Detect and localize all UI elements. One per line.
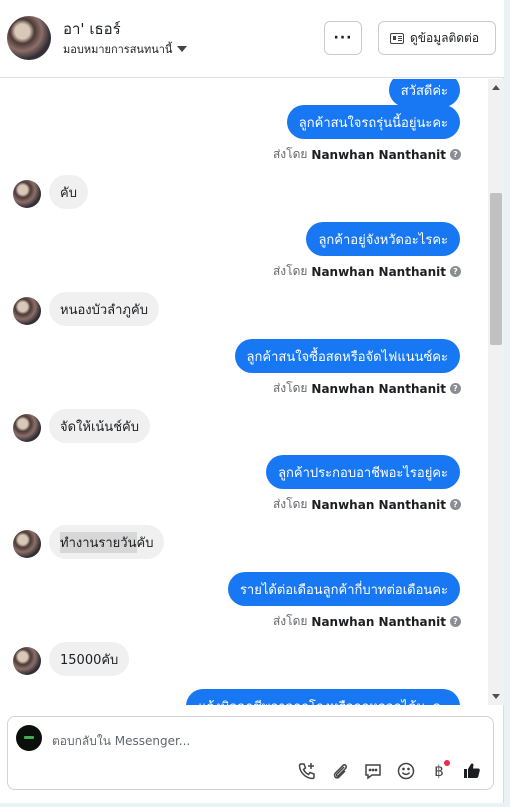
sender-name: Nanwhan Nanthanit [311, 147, 446, 162]
contact-avatar [13, 530, 41, 558]
contact-card-icon [390, 32, 404, 44]
outgoing-message: รายได้ต่อเดือนลูกค้ากี่บาทต่อเดือนคะ [227, 572, 460, 606]
contact-avatar [13, 180, 41, 208]
outgoing-message: ลูกค้าประกอบอาชีพอะไรอยู่คะ [266, 455, 460, 489]
contact-name[interactable]: อา' เธอร์ [63, 17, 121, 41]
contact-avatar[interactable] [7, 16, 51, 60]
outgoing-message: ลูกค้าสนใจซื้อสดหรือจัดไฟแนนซ์คะ [234, 339, 460, 373]
view-contact-button[interactable]: ดูข้อมูลติดต่อ [378, 21, 496, 55]
composer-toolbar: ฿ [296, 760, 483, 782]
incoming-message: หนองบัวลำภูคับ [49, 292, 159, 326]
conversation-header: อา' เธอร์ มอบหมายการสนทนานี้ ··· ดูข้อมู… [0, 0, 504, 78]
contact-avatar [13, 297, 41, 325]
baht-icon[interactable]: ฿ [428, 760, 450, 782]
assign-conversation-dropdown[interactable]: มอบหมายการสนทนานี้ [63, 40, 188, 58]
incoming-message: 15000คับ [49, 642, 130, 676]
outgoing-message: ลูกค้าสนใจรถรุ่นนี้อยู่นะคะ [286, 105, 460, 139]
message-thread[interactable]: สวัสดีค่ะ ลูกค้าสนใจรถรุ่นนี้อยู่นะคะ ส่… [0, 79, 488, 705]
scroll-thumb[interactable] [490, 193, 502, 345]
sent-by-label: ส่งโดย Nanwhan Nanthanit ? [273, 262, 461, 281]
sender-name: Nanwhan Nanthanit [311, 614, 446, 629]
sender-name: Nanwhan Nanthanit [311, 264, 446, 279]
incoming-message: จัดให้เน้นช์คับ [49, 409, 150, 443]
sent-by-label: ส่งโดย Nanwhan Nanthanit ? [273, 612, 461, 631]
view-contact-label: ดูข้อมูลติดต่อ [410, 30, 480, 45]
phone-plus-icon[interactable] [296, 760, 318, 782]
sender-name: Nanwhan Nanthanit [311, 381, 446, 396]
message-composer: ตอบกลับใน Messenger... ฿ [7, 716, 494, 790]
thread-scrollbar[interactable] [488, 79, 504, 705]
scroll-up-arrow-icon[interactable] [492, 85, 500, 90]
assign-conversation-label: มอบหมายการสนทนานี้ [63, 43, 173, 56]
sent-by-prefix: ส่งโดย [272, 381, 308, 395]
help-icon[interactable]: ? [450, 616, 461, 627]
selected-text: ทำงานรายวัน [60, 531, 137, 553]
sent-by-prefix: ส่งโดย [272, 497, 308, 511]
sent-by-label: ส่งโดย Nanwhan Nanthanit ? [273, 495, 461, 514]
sent-by-prefix: ส่งโดย [272, 614, 308, 628]
outgoing-message: สวัสดีค่ะ [388, 79, 460, 107]
incoming-message: คับ [49, 175, 88, 209]
reply-input[interactable]: ตอบกลับใน Messenger... [52, 732, 190, 751]
more-options-button[interactable]: ··· [324, 21, 362, 55]
contact-avatar [13, 647, 41, 675]
paperclip-icon[interactable] [329, 760, 351, 782]
contact-avatar [13, 414, 41, 442]
notification-dot [444, 760, 450, 766]
chat-bubble-icon[interactable] [362, 760, 384, 782]
help-icon[interactable]: ? [450, 383, 461, 394]
message-text: คับ [136, 535, 154, 551]
conversation-panel: อา' เธอร์ มอบหมายการสนทนานี้ ··· ดูข้อมู… [0, 0, 504, 803]
outgoing-message: ลูกค้าอยู่จังหวัดอะไรคะ [306, 222, 460, 256]
help-icon[interactable]: ? [450, 149, 461, 160]
scroll-down-arrow-icon[interactable] [492, 694, 500, 699]
sent-by-prefix: ส่งโดย [272, 264, 308, 278]
help-icon[interactable]: ? [450, 499, 461, 510]
smiley-icon[interactable] [395, 760, 417, 782]
sender-name: Nanwhan Nanthanit [311, 497, 446, 512]
outgoing-message: แจ้งมิจฉาชีพอาจถูกโกงหรือถูกหลอกได้นะคะ [186, 689, 460, 705]
sent-by-label: ส่งโดย Nanwhan Nanthanit ? [273, 379, 461, 398]
help-icon[interactable]: ? [450, 266, 461, 277]
sent-by-prefix: ส่งโดย [272, 147, 308, 161]
sent-by-label: ส่งโดย Nanwhan Nanthanit ? [273, 145, 461, 164]
thumbs-up-icon[interactable] [461, 760, 483, 782]
caret-down-icon [177, 46, 188, 52]
incoming-message: ทำงานรายวัน คับ [49, 525, 165, 559]
page-avatar [16, 725, 42, 751]
